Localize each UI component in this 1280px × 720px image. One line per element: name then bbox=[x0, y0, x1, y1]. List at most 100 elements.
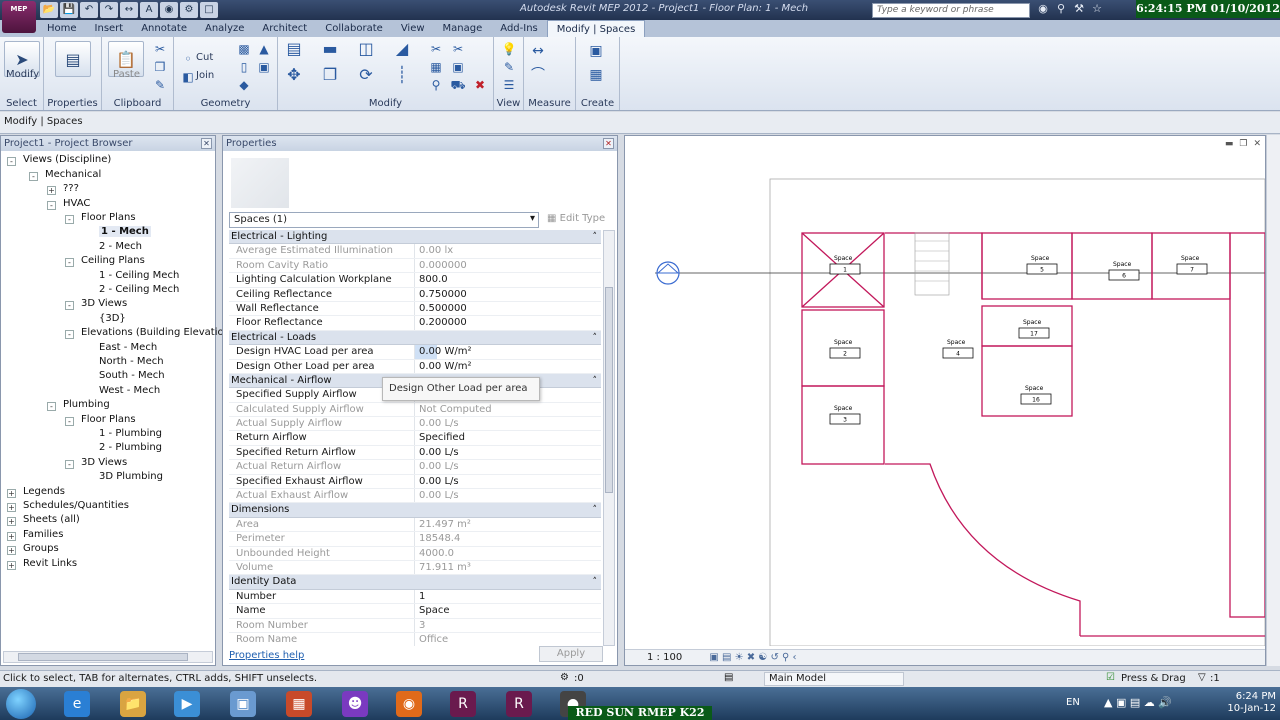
unpin-icon[interactable]: ⛟ bbox=[450, 77, 466, 93]
tab-analyze[interactable]: Analyze bbox=[196, 20, 253, 37]
create-similar-icon[interactable]: ▦ bbox=[588, 67, 604, 83]
browser-item[interactable]: 3D Plumbing bbox=[99, 471, 163, 482]
close-icon[interactable]: ✕ bbox=[603, 138, 614, 149]
property-value[interactable]: 1 bbox=[415, 590, 601, 603]
drawing-view[interactable]: ▬ ❐ ✕ Space 1 Space 2 Space 3 Space 4 Sp… bbox=[624, 135, 1266, 666]
geometry-tool-2-icon[interactable]: ▲ bbox=[256, 41, 272, 57]
start-button[interactable] bbox=[6, 689, 36, 719]
offset-icon[interactable]: ▬ bbox=[322, 41, 338, 57]
type-selector-dropdown[interactable]: Spaces (1) ▾ bbox=[229, 212, 539, 228]
trim-icon[interactable]: ┊ bbox=[394, 67, 410, 83]
expand-toggle-icon[interactable]: + bbox=[7, 503, 16, 512]
expand-toggle-icon[interactable]: + bbox=[47, 186, 56, 195]
browser-item[interactable]: 2 - Mech bbox=[99, 241, 142, 252]
expand-toggle-icon[interactable]: + bbox=[7, 489, 16, 498]
array-icon[interactable]: ▦ bbox=[428, 59, 444, 75]
browser-item[interactable]: Legends bbox=[23, 486, 65, 497]
property-group-header[interactable]: Dimensions ˄ bbox=[229, 503, 601, 518]
expand-toggle-icon[interactable]: + bbox=[7, 561, 16, 570]
property-value[interactable]: 0.200000 bbox=[415, 316, 601, 329]
design-options-icon[interactable]: ▤ bbox=[724, 672, 733, 683]
pin-icon[interactable]: ⚲ bbox=[428, 77, 444, 93]
browser-item[interactable]: Sheets (all) bbox=[23, 514, 80, 525]
close-icon[interactable]: ✕ bbox=[201, 138, 212, 149]
collapse-chevron-icon[interactable]: ˄ bbox=[593, 575, 598, 589]
mirror-draw-icon[interactable]: ◢ bbox=[394, 41, 410, 57]
browser-item[interactable]: West - Mech bbox=[99, 385, 160, 396]
property-value[interactable]: Space bbox=[415, 604, 601, 617]
network-icon[interactable]: ▣ bbox=[230, 691, 256, 717]
tray-icons[interactable]: ▲ ▣ ▤ ☁ 🔊 bbox=[1104, 696, 1172, 709]
properties-vertical-scrollbar[interactable] bbox=[603, 230, 615, 646]
geometry-tool-4-icon[interactable]: ▣ bbox=[256, 59, 272, 75]
collapse-toggle-icon[interactable]: - bbox=[47, 402, 56, 411]
floor-plan-canvas[interactable]: Space 1 Space 2 Space 3 Space 4 Space 5 Space 6 Spac… bbox=[625, 136, 1265, 646]
browser-item[interactable]: 1 - Mech bbox=[99, 226, 151, 237]
browser-item[interactable]: Floor Plans bbox=[81, 414, 136, 425]
collapse-chevron-icon[interactable]: ˄ bbox=[593, 331, 598, 345]
property-value[interactable]: 800.0 bbox=[415, 273, 601, 286]
collapse-toggle-icon[interactable]: - bbox=[7, 157, 16, 166]
browser-item[interactable]: ??? bbox=[63, 183, 79, 194]
edit-type-button[interactable]: ▦ Edit Type bbox=[547, 213, 605, 224]
browser-item[interactable]: Mechanical bbox=[45, 169, 101, 180]
settings-icon[interactable]: ⚙ bbox=[180, 2, 198, 18]
align-icon[interactable]: ▤ bbox=[286, 41, 302, 57]
property-value[interactable]: 0.00 L/s bbox=[415, 475, 601, 488]
browser-item[interactable]: 1 - Ceiling Mech bbox=[99, 270, 179, 281]
property-group-header[interactable]: Electrical - Loads ˄ bbox=[229, 330, 601, 346]
split-gap-icon[interactable]: ✂ bbox=[450, 41, 466, 57]
search-input[interactable]: Type a keyword or phrase bbox=[872, 3, 1030, 18]
collapse-chevron-icon[interactable]: ˄ bbox=[593, 503, 598, 517]
tab-annotate[interactable]: Annotate bbox=[132, 20, 196, 37]
collapse-toggle-icon[interactable]: - bbox=[65, 258, 74, 267]
application-menu-button[interactable]: MEP bbox=[2, 1, 36, 33]
undo-icon[interactable]: ↶ bbox=[80, 2, 98, 18]
browser-item[interactable]: South - Mech bbox=[99, 370, 165, 381]
geometry-tool-5-icon[interactable]: ◆ bbox=[236, 77, 252, 93]
property-value[interactable]: 0.00 W/m² bbox=[415, 360, 601, 373]
tab-home[interactable]: Home bbox=[38, 20, 86, 37]
tab-view[interactable]: View bbox=[392, 20, 434, 37]
apply-button[interactable]: Apply bbox=[539, 646, 603, 662]
scale-icon[interactable]: ▣ bbox=[450, 59, 466, 75]
move-icon[interactable]: ✥ bbox=[286, 67, 302, 83]
browser-item[interactable]: Elevations (Building Elevatio bbox=[81, 327, 224, 338]
messenger-icon[interactable]: ☻ bbox=[342, 691, 368, 717]
browser-item[interactable]: HVAC bbox=[63, 198, 90, 209]
save-icon[interactable]: 💾 bbox=[60, 2, 78, 18]
revit-icon[interactable]: R bbox=[506, 691, 532, 717]
scroll-thumb[interactable] bbox=[18, 653, 188, 661]
press-drag-checkbox[interactable]: ☑ bbox=[1106, 672, 1115, 683]
tab-insert[interactable]: Insert bbox=[86, 20, 133, 37]
tab-add-ins[interactable]: Add-Ins bbox=[491, 20, 546, 37]
property-value[interactable]: 0.00 W/m² bbox=[415, 345, 601, 359]
expand-toggle-icon[interactable]: + bbox=[7, 546, 16, 555]
browser-item[interactable]: Revit Links bbox=[23, 558, 77, 569]
star-icon[interactable]: ☆ bbox=[1090, 2, 1104, 15]
collapse-toggle-icon[interactable]: - bbox=[65, 301, 74, 310]
browser-item[interactable]: Views (Discipline) bbox=[23, 154, 111, 165]
rotate-icon[interactable]: ⟳ bbox=[358, 67, 374, 83]
office-icon[interactable]: ▦ bbox=[286, 691, 312, 717]
expand-toggle-icon[interactable]: + bbox=[7, 517, 16, 526]
browser-item[interactable]: 2 - Plumbing bbox=[99, 442, 162, 453]
media-player-icon[interactable]: ▶ bbox=[174, 691, 200, 717]
browser-horizontal-scrollbar[interactable] bbox=[3, 651, 213, 663]
binoculars-icon[interactable]: ◉ bbox=[1036, 2, 1050, 15]
measure-icon[interactable]: ↔ bbox=[120, 2, 138, 18]
view-scale[interactable]: 1 : 100 bbox=[647, 652, 682, 663]
property-group-header[interactable]: Electrical - Lighting ˄ bbox=[229, 230, 601, 245]
internet-explorer-icon[interactable]: e bbox=[64, 691, 90, 717]
firefox-icon[interactable]: ◉ bbox=[396, 691, 422, 717]
scroll-thumb[interactable] bbox=[605, 287, 613, 493]
tab-architect[interactable]: Architect bbox=[253, 20, 316, 37]
window-icon[interactable]: □ bbox=[200, 2, 218, 18]
join-icon[interactable]: ◧ bbox=[180, 69, 196, 85]
match-icon[interactable]: ✎ bbox=[152, 77, 168, 93]
property-value[interactable]: 0.00 L/s bbox=[415, 446, 601, 459]
override-icon[interactable]: ✎ bbox=[501, 59, 517, 75]
browser-item[interactable]: 2 - Ceiling Mech bbox=[99, 284, 179, 295]
browser-item[interactable]: North - Mech bbox=[99, 356, 164, 367]
property-value[interactable]: 0.500000 bbox=[415, 302, 601, 315]
